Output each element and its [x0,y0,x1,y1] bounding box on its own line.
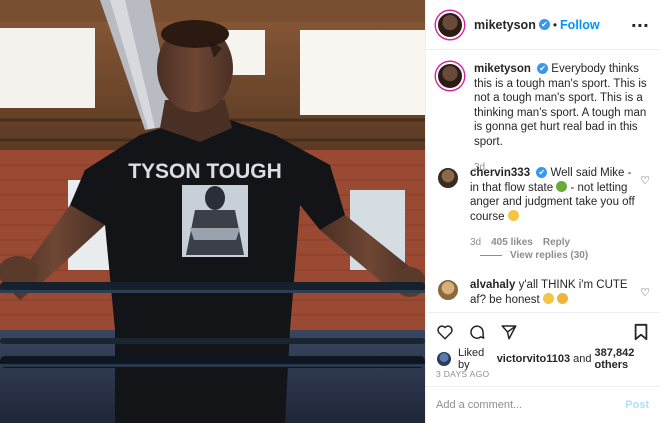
liked-by-count[interactable]: 387,842 others [595,347,660,371]
comment-likes[interactable]: 405 likes [491,236,533,251]
verified-badge-icon: ✔ [537,63,549,75]
liked-by: Liked by victorvito1103 and 387,842 othe… [436,347,660,371]
heart-icon[interactable] [436,323,454,341]
verified-badge-icon: ✔ [536,167,548,179]
post-header: miketyson ✔ • Follow ··· [426,0,660,50]
shirt-text: TYSON TOUGH [128,160,282,183]
comment-icon[interactable] [468,323,486,341]
comment-time[interactable]: 3d [470,236,481,251]
comment-input[interactable]: Add a comment... [436,399,522,411]
comment-username[interactable]: chervin333 [470,167,530,179]
header-separator: • [552,17,558,32]
posted-ago[interactable]: 3 DAYS AGO [436,369,489,379]
author-avatar[interactable] [436,10,464,39]
author-username[interactable]: miketyson [474,18,536,32]
more-options-icon[interactable]: ··· [631,16,649,35]
comment-like-heart-icon[interactable]: ♡ [640,286,650,299]
caption-username[interactable]: miketyson [474,63,531,75]
comment-item: chervin333 ✔ Well said Mike - in that fl… [436,166,654,251]
emoji-icon [507,209,519,221]
commenter-avatar[interactable] [436,278,460,302]
emoji-icon [557,292,569,304]
reply-button[interactable]: Reply [543,236,570,251]
comment-username[interactable]: alvahaly [470,279,515,291]
post-comment-button[interactable]: Post [625,399,649,411]
view-replies-line [480,255,502,256]
caption-text: Everybody thinks this is a tough man's s… [474,63,647,148]
follow-button[interactable]: Follow [560,18,600,32]
boxer-gym-photo: TYSON TOUGH [0,0,425,423]
caption: miketyson ✔ Everybody thinks this is a t… [436,62,654,176]
post-photo[interactable]: TYSON TOUGH [0,0,425,423]
commenter-avatar[interactable] [436,166,460,190]
comments-list[interactable]: miketyson ✔ Everybody thinks this is a t… [426,50,660,312]
caption-avatar[interactable] [436,62,464,90]
comment-item: alvahaly y'all THINK i'm CUTE af? be hon… [436,278,654,307]
share-icon[interactable] [500,323,518,341]
add-comment-bar: Add a comment... Post [426,386,660,423]
bookmark-icon[interactable] [633,323,649,341]
view-replies-button[interactable]: View replies (30) [480,250,588,261]
post-sidebar: miketyson ✔ • Follow ··· miketyson ✔ Eve… [425,0,660,423]
plant-emoji-icon [556,180,568,192]
liked-by-and: and [573,353,592,365]
liked-by-prefix: Liked by [458,347,485,371]
liked-by-user[interactable]: victorvito1103 [497,353,570,365]
verified-badge-icon: ✔ [538,19,550,30]
comment-like-heart-icon[interactable]: ♡ [640,174,650,187]
emoji-icon [542,292,554,304]
liker-avatar[interactable] [436,351,452,367]
view-replies-label: View replies (30) [510,250,589,261]
